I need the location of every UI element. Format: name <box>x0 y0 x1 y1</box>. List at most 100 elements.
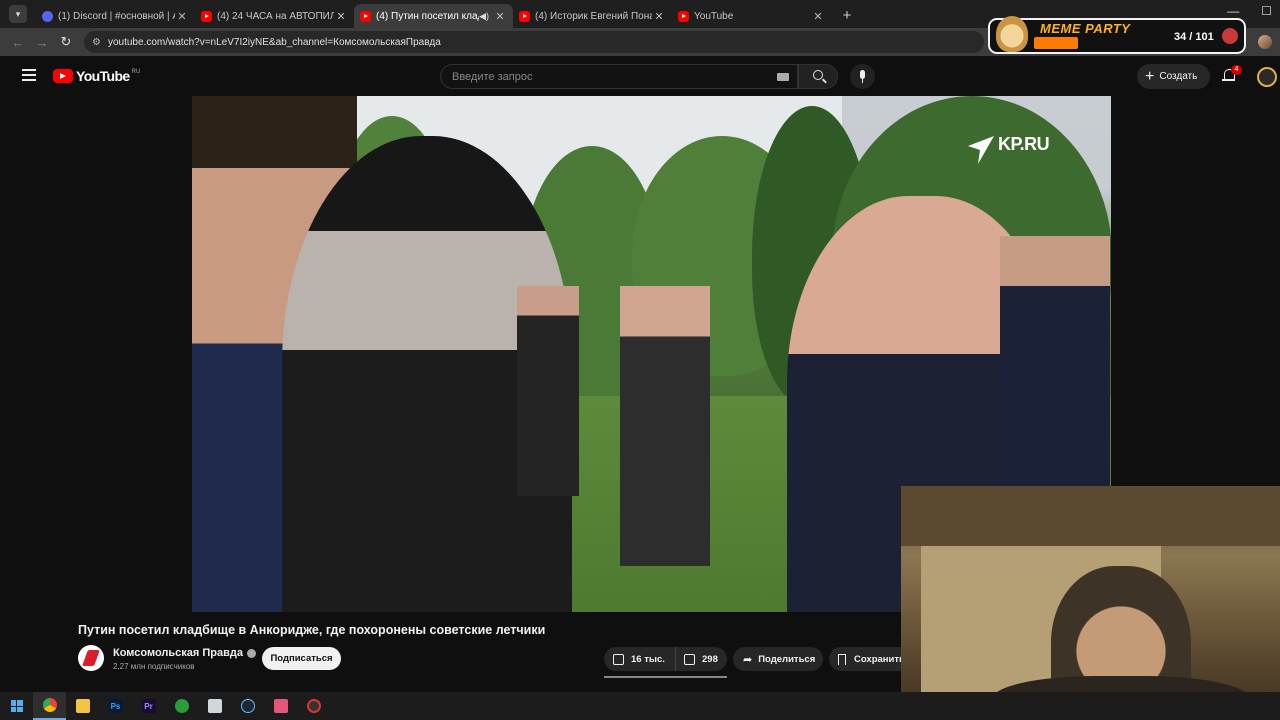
meme-progress-bar <box>1034 37 1078 49</box>
app-taskbar-button[interactable] <box>297 692 330 720</box>
verified-icon <box>246 648 256 658</box>
window-controls: — ☐ <box>1227 4 1272 18</box>
video-person <box>1000 236 1110 486</box>
keyboard-icon[interactable] <box>777 73 789 81</box>
xbox-icon <box>174 699 189 713</box>
menu-icon[interactable] <box>22 69 36 81</box>
browser-tab[interactable]: (4) Историк Евгений Понасен ✕ <box>513 4 672 28</box>
avatar <box>1222 28 1238 44</box>
speaker-icon[interactable]: ◀) <box>479 11 489 22</box>
youtube-icon <box>201 10 212 22</box>
close-tab-icon[interactable]: ✕ <box>652 10 666 23</box>
app-icon <box>306 699 321 713</box>
site-info-icon[interactable]: ⚙ <box>92 37 101 48</box>
search-icon <box>813 70 823 80</box>
tab-title: (4) 24 ЧАСА на АВТОПИЛОТЕ <box>217 10 334 22</box>
plus-icon: + <box>1145 67 1155 85</box>
windows-taskbar: Ps Pr <box>0 692 1280 720</box>
app-taskbar-button[interactable] <box>264 692 297 720</box>
explorer-taskbar-button[interactable] <box>66 692 99 720</box>
country-code: RU <box>131 69 141 75</box>
new-tab-button[interactable]: + <box>837 7 857 24</box>
kp-logo-icon <box>968 136 994 164</box>
search-placeholder: Введите запрос <box>452 71 533 83</box>
notification-badge: 4 <box>1231 65 1242 75</box>
microphone-icon[interactable] <box>850 64 875 89</box>
thumbs-up-icon <box>613 653 624 665</box>
share-label: Поделиться <box>758 653 816 665</box>
search-button[interactable] <box>798 64 838 89</box>
minimize-icon[interactable]: — <box>1227 4 1239 18</box>
webcam-ceiling <box>901 486 1280 546</box>
video-watermark: KP.RU <box>998 134 1050 154</box>
xbox-taskbar-button[interactable] <box>165 692 198 720</box>
windows-icon <box>10 700 23 712</box>
url-field[interactable]: ⚙ youtube.com/watch?v=nLeV7I2iyNE&ab_cha… <box>84 31 984 53</box>
logo-text: YouTube <box>76 68 130 84</box>
forward-icon[interactable]: → <box>30 35 54 50</box>
video-person <box>517 286 579 496</box>
channel-avatar[interactable] <box>78 645 104 671</box>
search-input[interactable]: Введите запрос <box>440 64 798 89</box>
steam-icon <box>240 699 255 713</box>
close-tab-icon[interactable]: ✕ <box>334 10 348 23</box>
tab-title: (4) Путин посетил кладбище <box>376 10 479 22</box>
app-icon <box>273 699 288 713</box>
tab-title: (1) Discord | #основной | Атло <box>58 10 175 22</box>
video-title: Путин посетил кладбище в Анкоридже, где … <box>78 623 546 637</box>
chrome-taskbar-button[interactable] <box>33 692 66 720</box>
thumbs-down-icon <box>684 653 695 665</box>
channel-name-row[interactable]: Комсомольская Правда <box>113 647 256 659</box>
photoshop-icon: Ps <box>108 699 123 713</box>
premiere-icon: Pr <box>141 699 156 713</box>
like-button[interactable]: 16 тыс. <box>604 647 676 671</box>
webcam-overlay <box>901 486 1280 720</box>
youtube-icon <box>519 10 530 22</box>
premiere-taskbar-button[interactable]: Pr <box>132 692 165 720</box>
like-count: 16 тыс. <box>631 653 665 665</box>
reload-icon[interactable]: ↻ <box>54 34 78 50</box>
photoshop-taskbar-button[interactable]: Ps <box>99 692 132 720</box>
subscriber-count: 2,27 млн подписчиков <box>113 662 195 671</box>
dislike-button[interactable]: 298 <box>676 647 718 671</box>
create-button[interactable]: + Создать <box>1137 64 1210 89</box>
browser-tab-active[interactable]: (4) Путин посетил кладбище ◀) ✕ <box>354 4 513 28</box>
save-label: Сохранить <box>854 653 905 665</box>
steam-taskbar-button[interactable] <box>231 692 264 720</box>
divider <box>604 676 727 678</box>
app-taskbar-button[interactable] <box>198 692 231 720</box>
chrome-icon <box>42 698 57 712</box>
share-button[interactable]: ➦ Поделиться <box>733 647 823 671</box>
maximize-icon[interactable]: ☐ <box>1261 4 1272 18</box>
discord-icon <box>42 10 53 22</box>
share-icon: ➦ <box>743 653 753 666</box>
close-tab-icon[interactable]: ✕ <box>493 10 507 23</box>
meme-party-widget: MEME PARTY 34 / 101 <box>988 16 1246 54</box>
channel-name: Комсомольская Правда <box>113 647 243 659</box>
tab-title: (4) Историк Евгений Понасен <box>535 10 652 22</box>
close-tab-icon[interactable]: ✕ <box>175 10 189 23</box>
dislike-count: 298 <box>702 653 718 665</box>
close-tab-icon[interactable]: ✕ <box>811 10 825 23</box>
youtube-icon <box>53 69 73 83</box>
meme-count: 34 / 101 <box>1174 31 1214 43</box>
tab-search-button[interactable]: ▾ <box>9 5 27 23</box>
profile-icon[interactable] <box>1258 35 1272 49</box>
url-text: youtube.com/watch?v=nLeV7I2iyNE&ab_chann… <box>107 36 441 48</box>
youtube-header: YouTube RU Введите запрос + Создать 4 <box>0 56 1280 96</box>
browser-tab[interactable]: (4) 24 ЧАСА на АВТОПИЛОТЕ ✕ <box>195 4 354 28</box>
youtube-icon <box>360 10 371 22</box>
subscribe-button[interactable]: Подписаться <box>262 647 341 670</box>
youtube-logo[interactable]: YouTube RU <box>53 68 140 84</box>
like-dislike-group: 16 тыс. 298 <box>604 647 727 671</box>
meme-title: MEME PARTY <box>1040 21 1131 36</box>
start-button[interactable] <box>0 692 33 720</box>
browser-tab[interactable]: YouTube ✕ <box>672 4 831 28</box>
browser-tab[interactable]: (1) Discord | #основной | Атло ✕ <box>36 4 195 28</box>
youtube-icon <box>678 10 689 22</box>
avatar[interactable] <box>1257 67 1277 87</box>
create-label: Создать <box>1159 71 1198 82</box>
bookmark-icon <box>838 653 846 665</box>
back-icon[interactable]: ← <box>6 35 30 50</box>
video-person <box>620 286 710 566</box>
